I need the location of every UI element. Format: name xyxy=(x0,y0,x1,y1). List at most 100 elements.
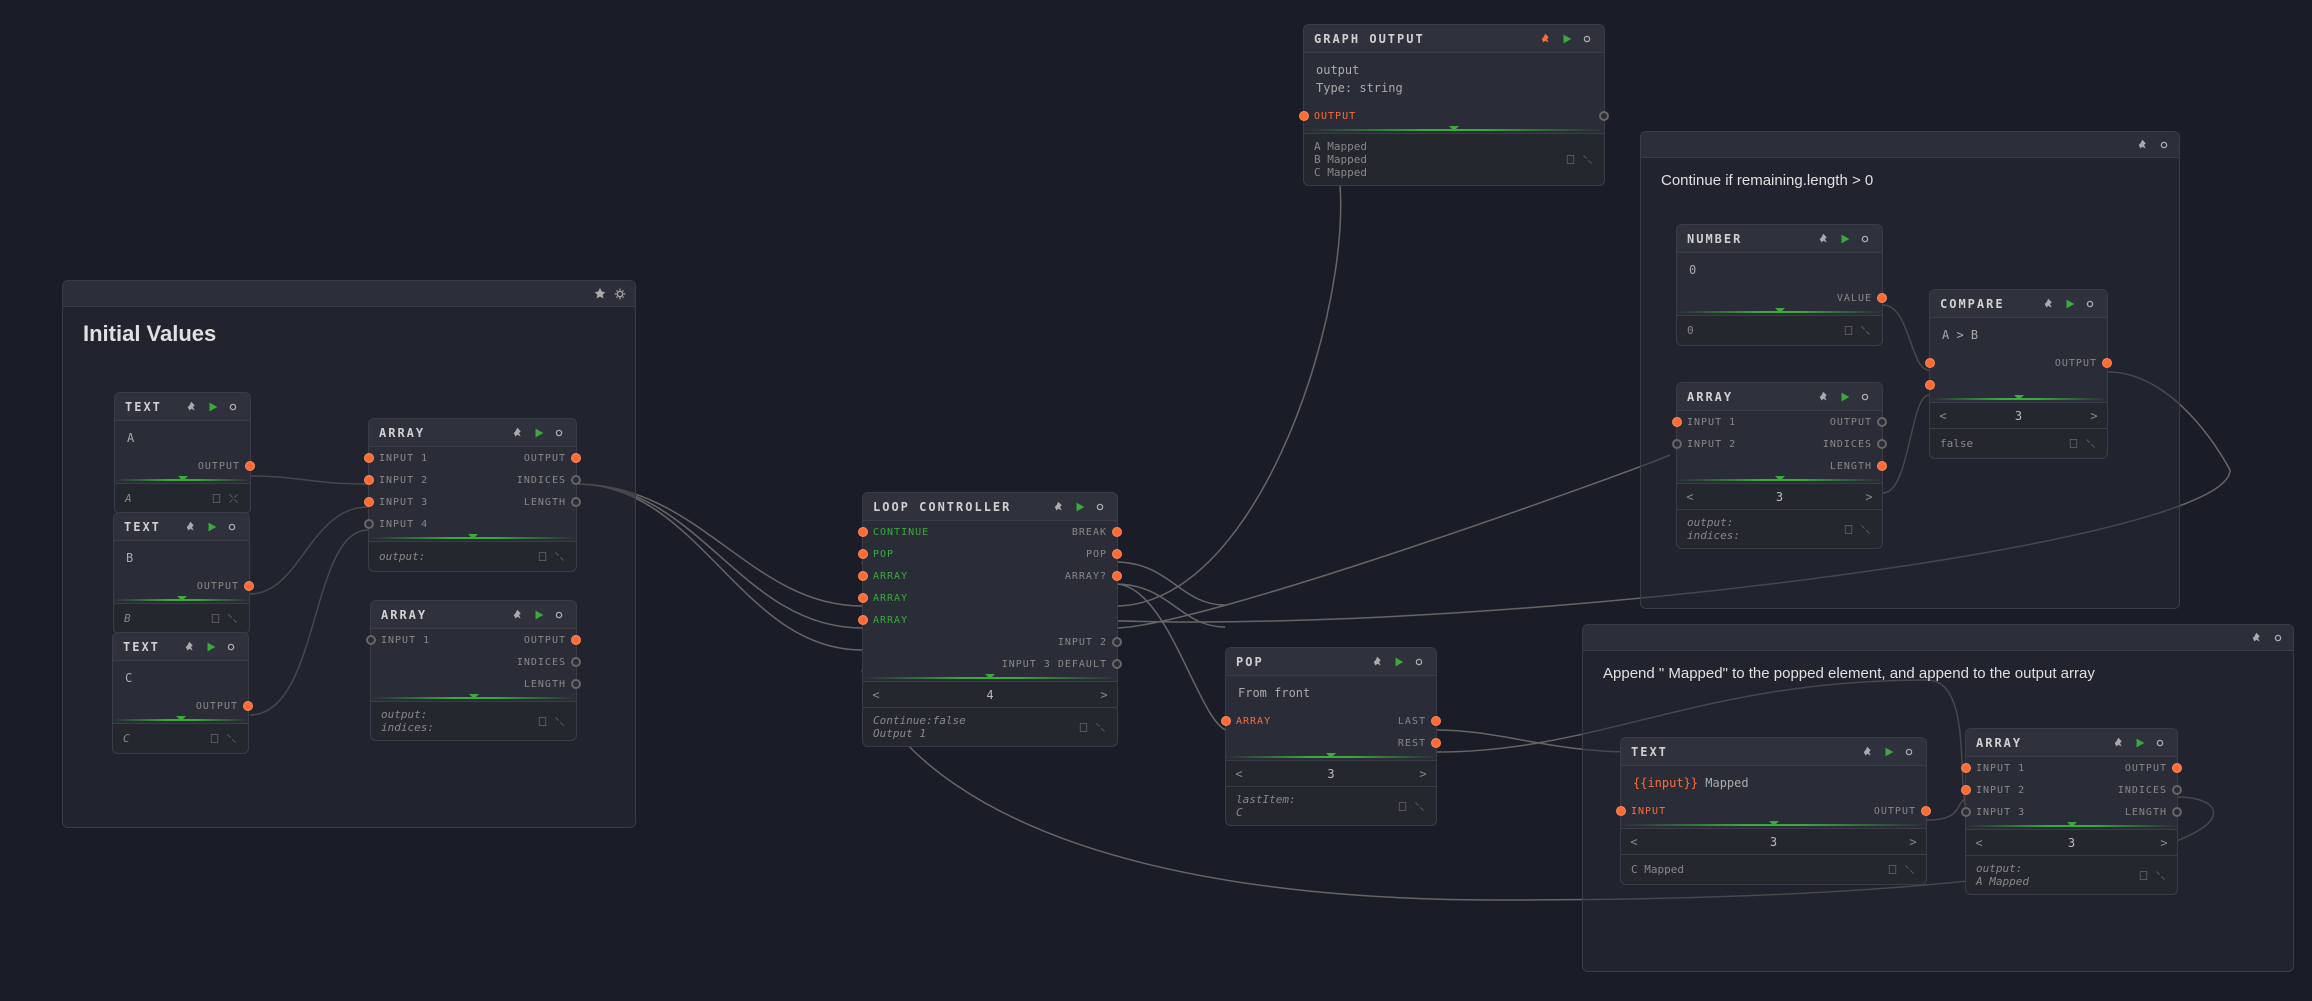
pin-icon[interactable] xyxy=(185,520,199,534)
node-array-1[interactable]: ARRAY INPUT 1 OUTPUT INPUT 2 INDICES INP… xyxy=(368,418,577,572)
node-number[interactable]: NUMBER 0 VALUE 0 xyxy=(1676,224,1883,346)
gear-icon[interactable] xyxy=(552,608,566,622)
expand-icon[interactable] xyxy=(226,612,239,625)
gear-icon[interactable] xyxy=(552,426,566,440)
port-value[interactable] xyxy=(1877,293,1887,303)
pager-prev[interactable]: < xyxy=(1677,490,1703,504)
clipboard-icon[interactable] xyxy=(1396,800,1409,813)
clipboard-icon[interactable] xyxy=(1886,863,1899,876)
pin-icon[interactable] xyxy=(593,287,607,301)
node-text-c[interactable]: TEXT C OUTPUT C xyxy=(112,632,249,754)
port-input[interactable] xyxy=(1616,806,1626,816)
port-output[interactable] xyxy=(2172,763,2182,773)
expand-icon[interactable] xyxy=(227,492,240,505)
port-input1[interactable] xyxy=(364,453,374,463)
node-loop-controller[interactable]: LOOP CONTROLLER CONTINUE BREAK POP POP A… xyxy=(862,492,1118,747)
node-text-a[interactable]: TEXT A OUTPUT A xyxy=(114,392,251,514)
pager-next[interactable]: > xyxy=(1091,688,1117,702)
pin-icon[interactable] xyxy=(1372,655,1386,669)
pin-icon[interactable] xyxy=(184,640,198,654)
port-output[interactable] xyxy=(243,701,253,711)
pin-icon[interactable] xyxy=(2137,138,2151,152)
port-length[interactable] xyxy=(571,679,581,689)
play-icon[interactable] xyxy=(2133,736,2147,750)
port-input3-default[interactable] xyxy=(1112,659,1122,669)
play-icon[interactable] xyxy=(2063,297,2077,311)
port-input1[interactable] xyxy=(1672,417,1682,427)
port-input2[interactable] xyxy=(1961,785,1971,795)
clipboard-icon[interactable] xyxy=(209,612,222,625)
gear-icon[interactable] xyxy=(2271,631,2285,645)
node-array-1b[interactable]: ARRAY INPUT 1 OUTPUT INDICES LENGTH outp… xyxy=(370,600,577,741)
clipboard-icon[interactable] xyxy=(1842,324,1855,337)
pin-icon[interactable] xyxy=(1862,745,1876,759)
node-text-map[interactable]: TEXT {{input}} Mapped INPUT OUTPUT < 3 >… xyxy=(1620,737,1927,885)
play-icon[interactable] xyxy=(1838,232,1852,246)
clipboard-icon[interactable] xyxy=(208,732,221,745)
clipboard-icon[interactable] xyxy=(1077,721,1090,734)
play-icon[interactable] xyxy=(1560,32,1574,46)
clipboard-icon[interactable] xyxy=(210,492,223,505)
expand-icon[interactable] xyxy=(1859,523,1872,536)
port-output[interactable] xyxy=(2102,358,2112,368)
port-indices[interactable] xyxy=(1877,439,1887,449)
gear-icon[interactable] xyxy=(613,287,627,301)
port-output[interactable] xyxy=(571,635,581,645)
port-array-l3[interactable] xyxy=(858,615,868,625)
node-array-length[interactable]: ARRAY INPUT 1 OUTPUT INPUT 2 INDICES LEN… xyxy=(1676,382,1883,549)
pin-icon[interactable] xyxy=(1818,232,1832,246)
expand-icon[interactable] xyxy=(225,732,238,745)
port-input2[interactable] xyxy=(364,475,374,485)
pin-icon[interactable] xyxy=(2043,297,2057,311)
expand-icon[interactable] xyxy=(553,550,566,563)
gear-icon[interactable] xyxy=(224,640,238,654)
play-icon[interactable] xyxy=(1392,655,1406,669)
pin-icon[interactable] xyxy=(2113,736,2127,750)
gear-icon[interactable] xyxy=(2153,736,2167,750)
pager-next[interactable]: > xyxy=(2081,409,2107,423)
port-input3[interactable] xyxy=(364,497,374,507)
pager-prev[interactable]: < xyxy=(1621,835,1647,849)
pager-next[interactable]: > xyxy=(1410,767,1436,781)
pager-prev[interactable]: < xyxy=(1930,409,1956,423)
expand-icon[interactable] xyxy=(1859,324,1872,337)
expand-icon[interactable] xyxy=(1413,800,1426,813)
gear-icon[interactable] xyxy=(1858,390,1872,404)
port-array-r[interactable] xyxy=(1112,571,1122,581)
pager-prev[interactable]: < xyxy=(863,688,889,702)
pager-prev[interactable]: < xyxy=(1226,767,1252,781)
port-output[interactable] xyxy=(1921,806,1931,816)
clipboard-icon[interactable] xyxy=(1842,523,1855,536)
port-input4[interactable] xyxy=(364,519,374,529)
node-array-out[interactable]: ARRAY INPUT 1 OUTPUT INPUT 2 INDICES INP… xyxy=(1965,728,2178,895)
expand-icon[interactable] xyxy=(2084,437,2097,450)
play-icon[interactable] xyxy=(532,608,546,622)
play-icon[interactable] xyxy=(205,520,219,534)
port-indices[interactable] xyxy=(2172,785,2182,795)
pin-icon[interactable] xyxy=(2251,631,2265,645)
port-pop-l[interactable] xyxy=(858,549,868,559)
clipboard-icon[interactable] xyxy=(2137,869,2150,882)
clipboard-icon[interactable] xyxy=(1564,153,1577,166)
port-input1[interactable] xyxy=(1961,763,1971,773)
port-input3[interactable] xyxy=(1961,807,1971,817)
pager-prev[interactable]: < xyxy=(1966,836,1992,850)
node-text-b[interactable]: TEXT B OUTPUT B xyxy=(113,512,250,634)
port-length[interactable] xyxy=(1877,461,1887,471)
expand-icon[interactable] xyxy=(1094,721,1107,734)
clipboard-icon[interactable] xyxy=(2067,437,2080,450)
gear-icon[interactable] xyxy=(1093,500,1107,514)
gear-icon[interactable] xyxy=(1902,745,1916,759)
pager-next[interactable]: > xyxy=(2151,836,2177,850)
play-icon[interactable] xyxy=(1882,745,1896,759)
expand-icon[interactable] xyxy=(553,715,566,728)
port-pop-r[interactable] xyxy=(1112,549,1122,559)
gear-icon[interactable] xyxy=(1858,232,1872,246)
play-icon[interactable] xyxy=(204,640,218,654)
port-b[interactable] xyxy=(1925,380,1935,390)
pager-next[interactable]: > xyxy=(1856,490,1882,504)
port-length[interactable] xyxy=(2172,807,2182,817)
node-compare[interactable]: COMPARE A > B OUTPUT < 3 > false xyxy=(1929,289,2108,459)
gear-icon[interactable] xyxy=(2083,297,2097,311)
port-array-in[interactable] xyxy=(1221,716,1231,726)
